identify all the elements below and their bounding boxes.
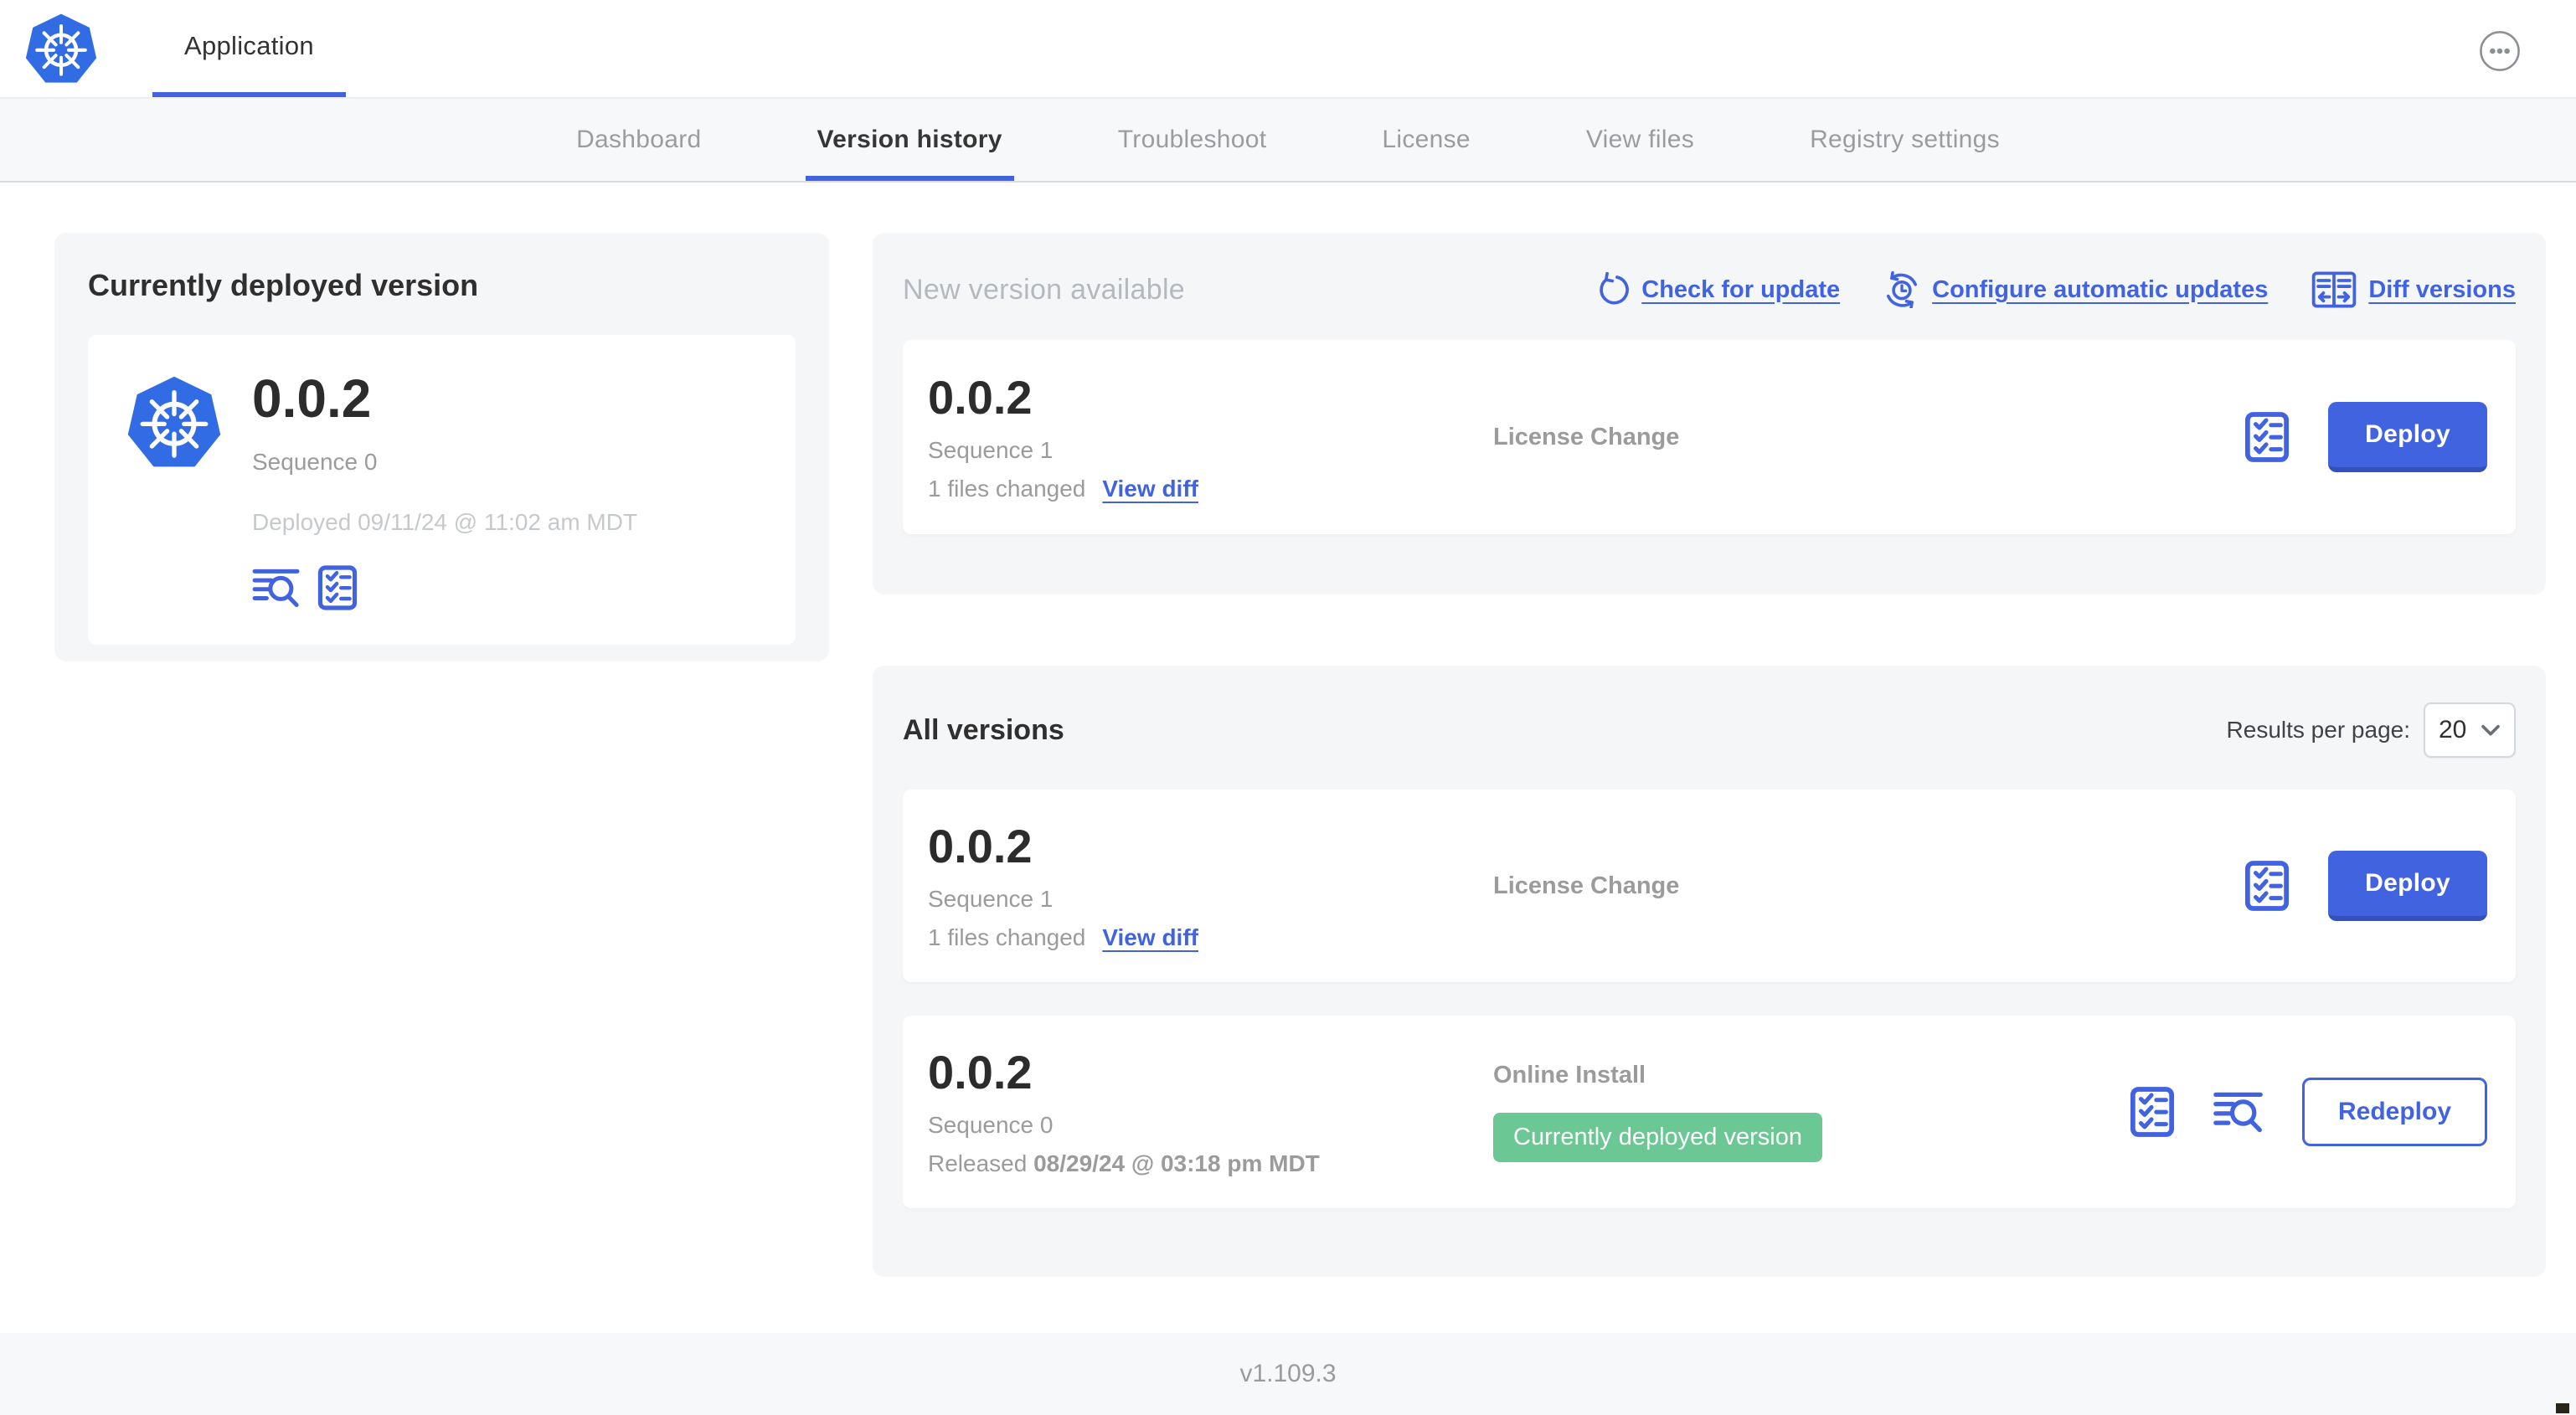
view-logs-button[interactable] (252, 567, 301, 609)
sequence-label: Sequence 1 (928, 436, 1054, 463)
version-source-label: License Change (1493, 872, 1680, 899)
redeploy-button[interactable]: Redeploy (2301, 1078, 2487, 1146)
tab-view-files[interactable]: View files (1574, 99, 1706, 181)
sequence-label: Sequence 1 (928, 885, 1054, 912)
chevron-down-icon (2481, 724, 2501, 737)
checklist-icon (2130, 1086, 2175, 1138)
tab-version-history[interactable]: Version history (805, 99, 1014, 181)
preflight-checks-button[interactable] (2244, 860, 2290, 912)
version-actions-links: Check for update Configure automatic upd… (1595, 271, 2516, 308)
version-row-sequence-0: 0.0.2 Sequence 0 Released 08/29/24 @ 03:… (903, 1016, 2516, 1208)
results-per-page-label: Results per page: (2226, 717, 2410, 743)
currently-deployed-title: Currently deployed version (88, 268, 479, 302)
new-version-title: New version available (903, 273, 1186, 306)
preflight-checks-button[interactable] (2130, 1086, 2175, 1138)
results-per-page-select[interactable]: 20 (2424, 702, 2516, 758)
app-header: Application (0, 0, 2576, 99)
schedule-update-icon (1883, 271, 1920, 308)
version-source-label: Online Install (1493, 1062, 1646, 1089)
preflight-checks-button[interactable] (2244, 411, 2290, 463)
version-history-panel: New version available Check for update C… (873, 233, 2546, 1333)
app-footer: v1.109.3 (0, 1333, 2576, 1415)
view-config-button[interactable] (317, 564, 358, 611)
tab-troubleshoot[interactable]: Troubleshoot (1106, 99, 1279, 181)
view-logs-button[interactable] (2213, 1089, 2264, 1135)
logs-icon (2213, 1089, 2264, 1135)
currently-deployed-card: 0.0.2 Sequence 0 Deployed 09/11/24 @ 11:… (88, 335, 796, 645)
deployed-timestamp: Deployed 09/11/24 @ 11:02 am MDT (252, 508, 638, 535)
main-content: Currently deployed version 0.0.2 Sequenc… (0, 183, 2576, 1333)
all-versions-section: All versions Results per page: 20 0.0.2 … (873, 666, 2546, 1277)
console-version-label: v1.109.3 (1239, 1360, 1337, 1387)
deployed-version-actions (252, 564, 759, 611)
tab-license[interactable]: License (1370, 99, 1482, 181)
ellipsis-icon (2479, 30, 2521, 72)
configure-automatic-updates-link[interactable]: Configure automatic updates (1883, 271, 2268, 308)
all-versions-title: All versions (903, 713, 1064, 746)
deploy-button[interactable]: Deploy (2328, 402, 2487, 472)
checklist-icon (317, 564, 358, 611)
kubernetes-logo-icon (22, 11, 100, 86)
version-source-label: License Change (1493, 423, 1680, 450)
check-for-update-link[interactable]: Check for update (1595, 272, 1840, 307)
released-timestamp: Released 08/29/24 @ 03:18 pm MDT (928, 1150, 1320, 1176)
tab-dashboard[interactable]: Dashboard (564, 99, 713, 181)
checklist-icon (2244, 411, 2290, 463)
version-number: 0.0.2 (928, 1046, 1033, 1099)
new-version-section: New version available Check for update C… (873, 233, 2546, 594)
sequence-label: Sequence 0 (928, 1111, 1054, 1138)
deploy-button[interactable]: Deploy (2328, 851, 2487, 921)
app-title: Application (184, 31, 314, 60)
kubernetes-logo-icon (125, 370, 224, 474)
diff-icon (2311, 271, 2357, 308)
currently-deployed-panel: Currently deployed version 0.0.2 Sequenc… (54, 233, 829, 661)
deployed-sequence-label: Sequence 0 (252, 448, 378, 475)
logs-icon (252, 567, 301, 609)
tab-registry-settings[interactable]: Registry settings (1798, 99, 2012, 181)
view-diff-link[interactable]: View diff (1102, 924, 1198, 951)
app-title-tab[interactable]: Application (152, 0, 346, 97)
checklist-icon (2244, 860, 2290, 912)
deployed-version-number: 0.0.2 (252, 368, 372, 429)
screen-artifact-bottom-right (2556, 1403, 2569, 1413)
version-row-sequence-1: 0.0.2 Sequence 1 1 files changed View di… (903, 790, 2516, 982)
files-changed-label: 1 files changed (928, 924, 1086, 950)
version-number: 0.0.2 (928, 371, 1033, 424)
refresh-icon (1595, 272, 1630, 307)
new-version-card: 0.0.2 Sequence 1 1 files changed View di… (903, 340, 2516, 534)
version-number: 0.0.2 (928, 820, 1033, 873)
files-changed-label: 1 files changed (928, 475, 1086, 502)
app-subnav: Dashboard Version history Troubleshoot L… (0, 99, 2576, 183)
view-diff-link[interactable]: View diff (1102, 476, 1198, 502)
more-options-button[interactable] (2479, 30, 2521, 72)
currently-deployed-badge: Currently deployed version (1493, 1113, 1822, 1162)
diff-versions-link[interactable]: Diff versions (2311, 271, 2516, 308)
